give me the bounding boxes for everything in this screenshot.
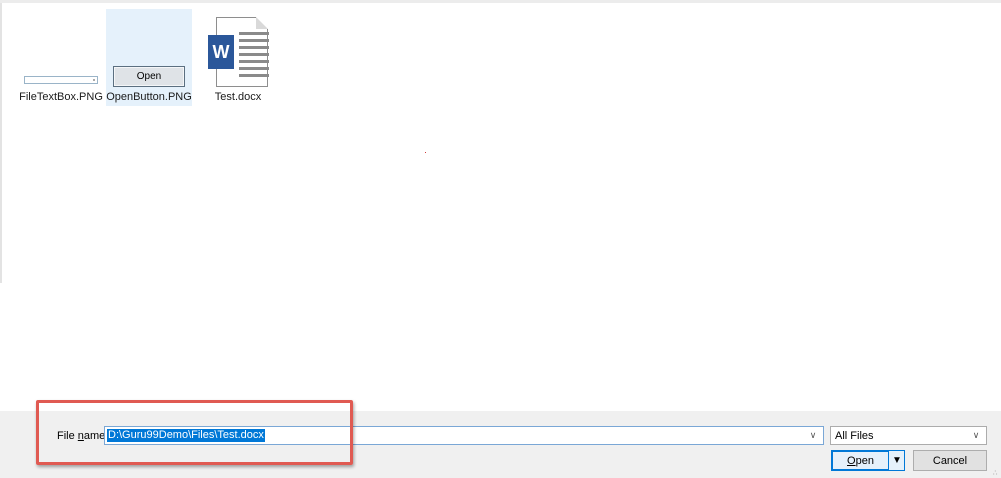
chevron-down-icon[interactable]: ∨ — [968, 427, 984, 444]
cancel-button[interactable]: Cancel — [913, 450, 987, 471]
word-badge: W — [208, 35, 234, 69]
stray-pixel — [425, 152, 426, 153]
file-name-label: Test.docx — [214, 91, 262, 103]
file-thumbnail: W — [195, 15, 281, 87]
file-name-label: FileTextBox.PNG — [19, 91, 103, 103]
open-button[interactable]: Open — [832, 451, 889, 470]
word-document-icon: W — [208, 17, 269, 87]
file-item-filetextbox[interactable]: FileTextBox.PNG — [18, 9, 104, 106]
open-dropdown-arrow-icon[interactable]: ▼ — [890, 451, 904, 470]
resize-grip-icon[interactable]: ∴ — [993, 470, 999, 477]
file-thumbnail — [18, 15, 104, 87]
chevron-down-icon[interactable]: ∨ — [805, 427, 821, 444]
open-button-thumbnail-icon: Open — [113, 66, 185, 87]
file-name-label: OpenButton.PNG — [106, 91, 192, 103]
file-list-view[interactable]: FileTextBox.PNG Open OpenButton.PNG W Te… — [2, 3, 999, 411]
file-item-openbutton[interactable]: Open OpenButton.PNG — [106, 9, 192, 106]
file-item-test-docx[interactable]: W Test.docx — [195, 9, 281, 106]
annotation-highlight-box — [36, 400, 353, 465]
open-split-button[interactable]: Open ▼ — [831, 450, 905, 471]
file-type-select[interactable]: All Files ∨ — [830, 426, 987, 445]
textbox-thumbnail-icon — [24, 76, 98, 84]
file-thumbnail: Open — [106, 15, 192, 87]
file-type-value: All Files — [835, 430, 874, 442]
